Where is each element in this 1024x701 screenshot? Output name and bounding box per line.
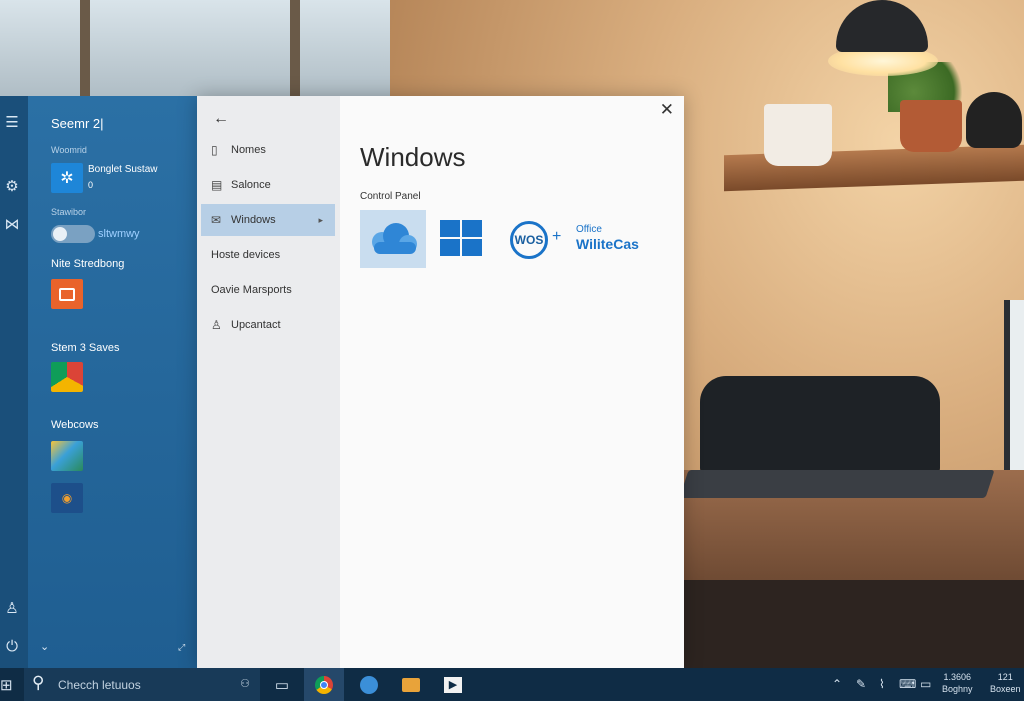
nav-item-oavie-marsports[interactable]: Oavie Marsports	[201, 274, 335, 306]
section-label: Stawibor	[51, 207, 87, 217]
background-vase	[966, 92, 1022, 148]
nav-item-label: Windows	[231, 214, 276, 226]
battery-icon[interactable]: ▭	[920, 677, 931, 691]
app-tile-orange[interactable]	[51, 279, 83, 309]
nav-item-hoste-devices[interactable]: Hoste devices	[201, 239, 335, 271]
taskbar-chrome-button[interactable]	[304, 668, 344, 701]
back-arrow-icon[interactable]: ←	[213, 110, 229, 128]
nav-item-label: Nomes	[231, 144, 266, 156]
background-laptop	[679, 470, 995, 498]
start-menu-panel: Seemr 2| Woomrid ✲ Bonglet Sustaw 0 Staw…	[28, 96, 224, 668]
section-label: Nite Stredbong	[51, 258, 125, 270]
toggle-label: sltwmwy	[98, 228, 140, 240]
nav-item-windows[interactable]: ✉ Windows ▸	[201, 204, 335, 236]
background-monitor	[1004, 300, 1024, 480]
taskbar-store-button[interactable]: ▶	[433, 668, 473, 701]
windows-logo-pane	[462, 220, 482, 237]
notification-top: 121	[997, 672, 1013, 682]
nav-item-salonce[interactable]: ▤ Salonce	[201, 169, 335, 201]
nav-item-label: Upcantact	[231, 319, 281, 331]
start-menu-rail: ☰ ⚙ ⋈ ♙ ⏻	[0, 96, 28, 668]
network-icon[interactable]: ⌇	[879, 677, 885, 691]
toggle-knob	[53, 227, 67, 241]
briefcase-icon	[59, 287, 75, 301]
background-lamp	[828, 0, 938, 78]
app-tile-icon[interactable]: ✲	[51, 163, 83, 193]
section-label: Control Panel	[360, 191, 421, 202]
taskbar-edge-button[interactable]	[349, 668, 389, 701]
search-icon: ⚲	[32, 673, 45, 692]
gear-icon[interactable]: ⚙	[2, 176, 22, 196]
edge-icon	[360, 675, 378, 694]
search-box[interactable]: ⚲ Checch letuuos ⚇	[24, 668, 260, 701]
pin-icon[interactable]: ⤢	[178, 642, 185, 653]
page-title: Windows	[360, 142, 466, 172]
lamp-shade	[836, 0, 928, 52]
background-floor	[684, 580, 1024, 670]
search-placeholder: Checch letuuos	[58, 678, 141, 692]
person-icon: ♙	[211, 318, 222, 332]
nav-item-nomes[interactable]: ▯ Nomes	[201, 134, 335, 166]
background-plant-pot	[900, 100, 962, 152]
chevron-down-icon[interactable]: ⌄	[40, 640, 49, 653]
keyboard-icon[interactable]: ⌨	[899, 677, 916, 691]
folder-icon	[402, 677, 420, 692]
os-circle-logo[interactable]: WOS	[510, 221, 548, 259]
windows-logo-pane	[462, 239, 482, 256]
nav-item-label: Salonce	[231, 179, 271, 191]
nav-item-label: Oavie Marsports	[211, 284, 292, 296]
chrome-icon	[315, 675, 333, 694]
cloud-icon	[372, 223, 417, 254]
store-icon: ▶	[444, 676, 462, 693]
chevron-up-icon[interactable]: ⌃	[832, 677, 842, 691]
nav-item-upcantact[interactable]: ♙ Upcantact	[201, 309, 335, 341]
window-frame	[290, 0, 300, 100]
chevron-right-icon: ▸	[318, 214, 323, 225]
pen-icon[interactable]: ✎	[856, 677, 866, 691]
notification-bottom: Boxeen	[990, 684, 1021, 694]
section-label: Stem 3 Saves	[51, 342, 120, 354]
notification-area[interactable]: 121 Boxeen	[990, 671, 1021, 695]
document-icon: ▯	[211, 143, 218, 157]
user-icon[interactable]: ♙	[2, 598, 22, 618]
background-chair	[700, 376, 940, 476]
clock-date: Boghny	[942, 684, 973, 694]
app-subtitle: 0	[88, 180, 94, 190]
settings-nav: ← ▯ Nomes ▤ Salonce ✉ Windows ▸ Hoste de…	[197, 96, 340, 668]
taskbar-folder-button[interactable]	[391, 668, 431, 701]
power-icon[interactable]: ⏻	[2, 636, 22, 656]
windows-logo-tile[interactable]	[440, 220, 484, 258]
microphone-icon[interactable]: ⚇	[240, 677, 250, 690]
settings-window: ← ▯ Nomes ▤ Salonce ✉ Windows ▸ Hoste de…	[197, 96, 684, 668]
close-icon[interactable]: ✕	[660, 100, 674, 120]
task-view-icon[interactable]: ▭	[262, 668, 302, 701]
office-label: Office	[576, 224, 602, 235]
chrome-tile-icon[interactable]	[51, 362, 83, 392]
cloud-tile[interactable]	[360, 210, 426, 268]
windows-start-icon[interactable]: ⊞	[0, 676, 13, 694]
hamburger-menu-icon[interactable]: ☰	[2, 112, 22, 132]
taskbar: ⊞ ⚲ Checch letuuos ⚇ ▭ ▶ ⌃ ✎ ⌇ ⌨ ▭ 1.360…	[0, 668, 1024, 701]
clock[interactable]: 1.3606 Boghny	[942, 671, 973, 695]
window-frame	[80, 0, 90, 100]
brand-label[interactable]: WiliteCas	[576, 236, 639, 252]
photos-tile-icon[interactable]	[51, 441, 83, 471]
background-window	[0, 0, 390, 100]
windows-logo-pane	[440, 220, 460, 237]
share-icon[interactable]: ⋈	[2, 214, 22, 234]
plus-icon: +	[552, 228, 562, 245]
app-name[interactable]: Bonglet Sustaw	[88, 164, 158, 175]
windows-logo-pane	[440, 239, 460, 256]
clock-time: 1.3606	[943, 672, 972, 682]
camera-tile-icon[interactable]: ◉	[51, 483, 83, 513]
layout-icon: ▤	[211, 178, 223, 192]
section-label: Webcows	[51, 419, 99, 431]
mail-icon: ✉	[211, 213, 222, 227]
section-label: Woomrid	[51, 145, 87, 155]
nav-item-label: Hoste devices	[211, 249, 281, 261]
start-menu-title: Seemr 2|	[51, 116, 104, 131]
toggle-switch[interactable]	[51, 225, 95, 243]
background-plant-pot	[764, 104, 832, 166]
